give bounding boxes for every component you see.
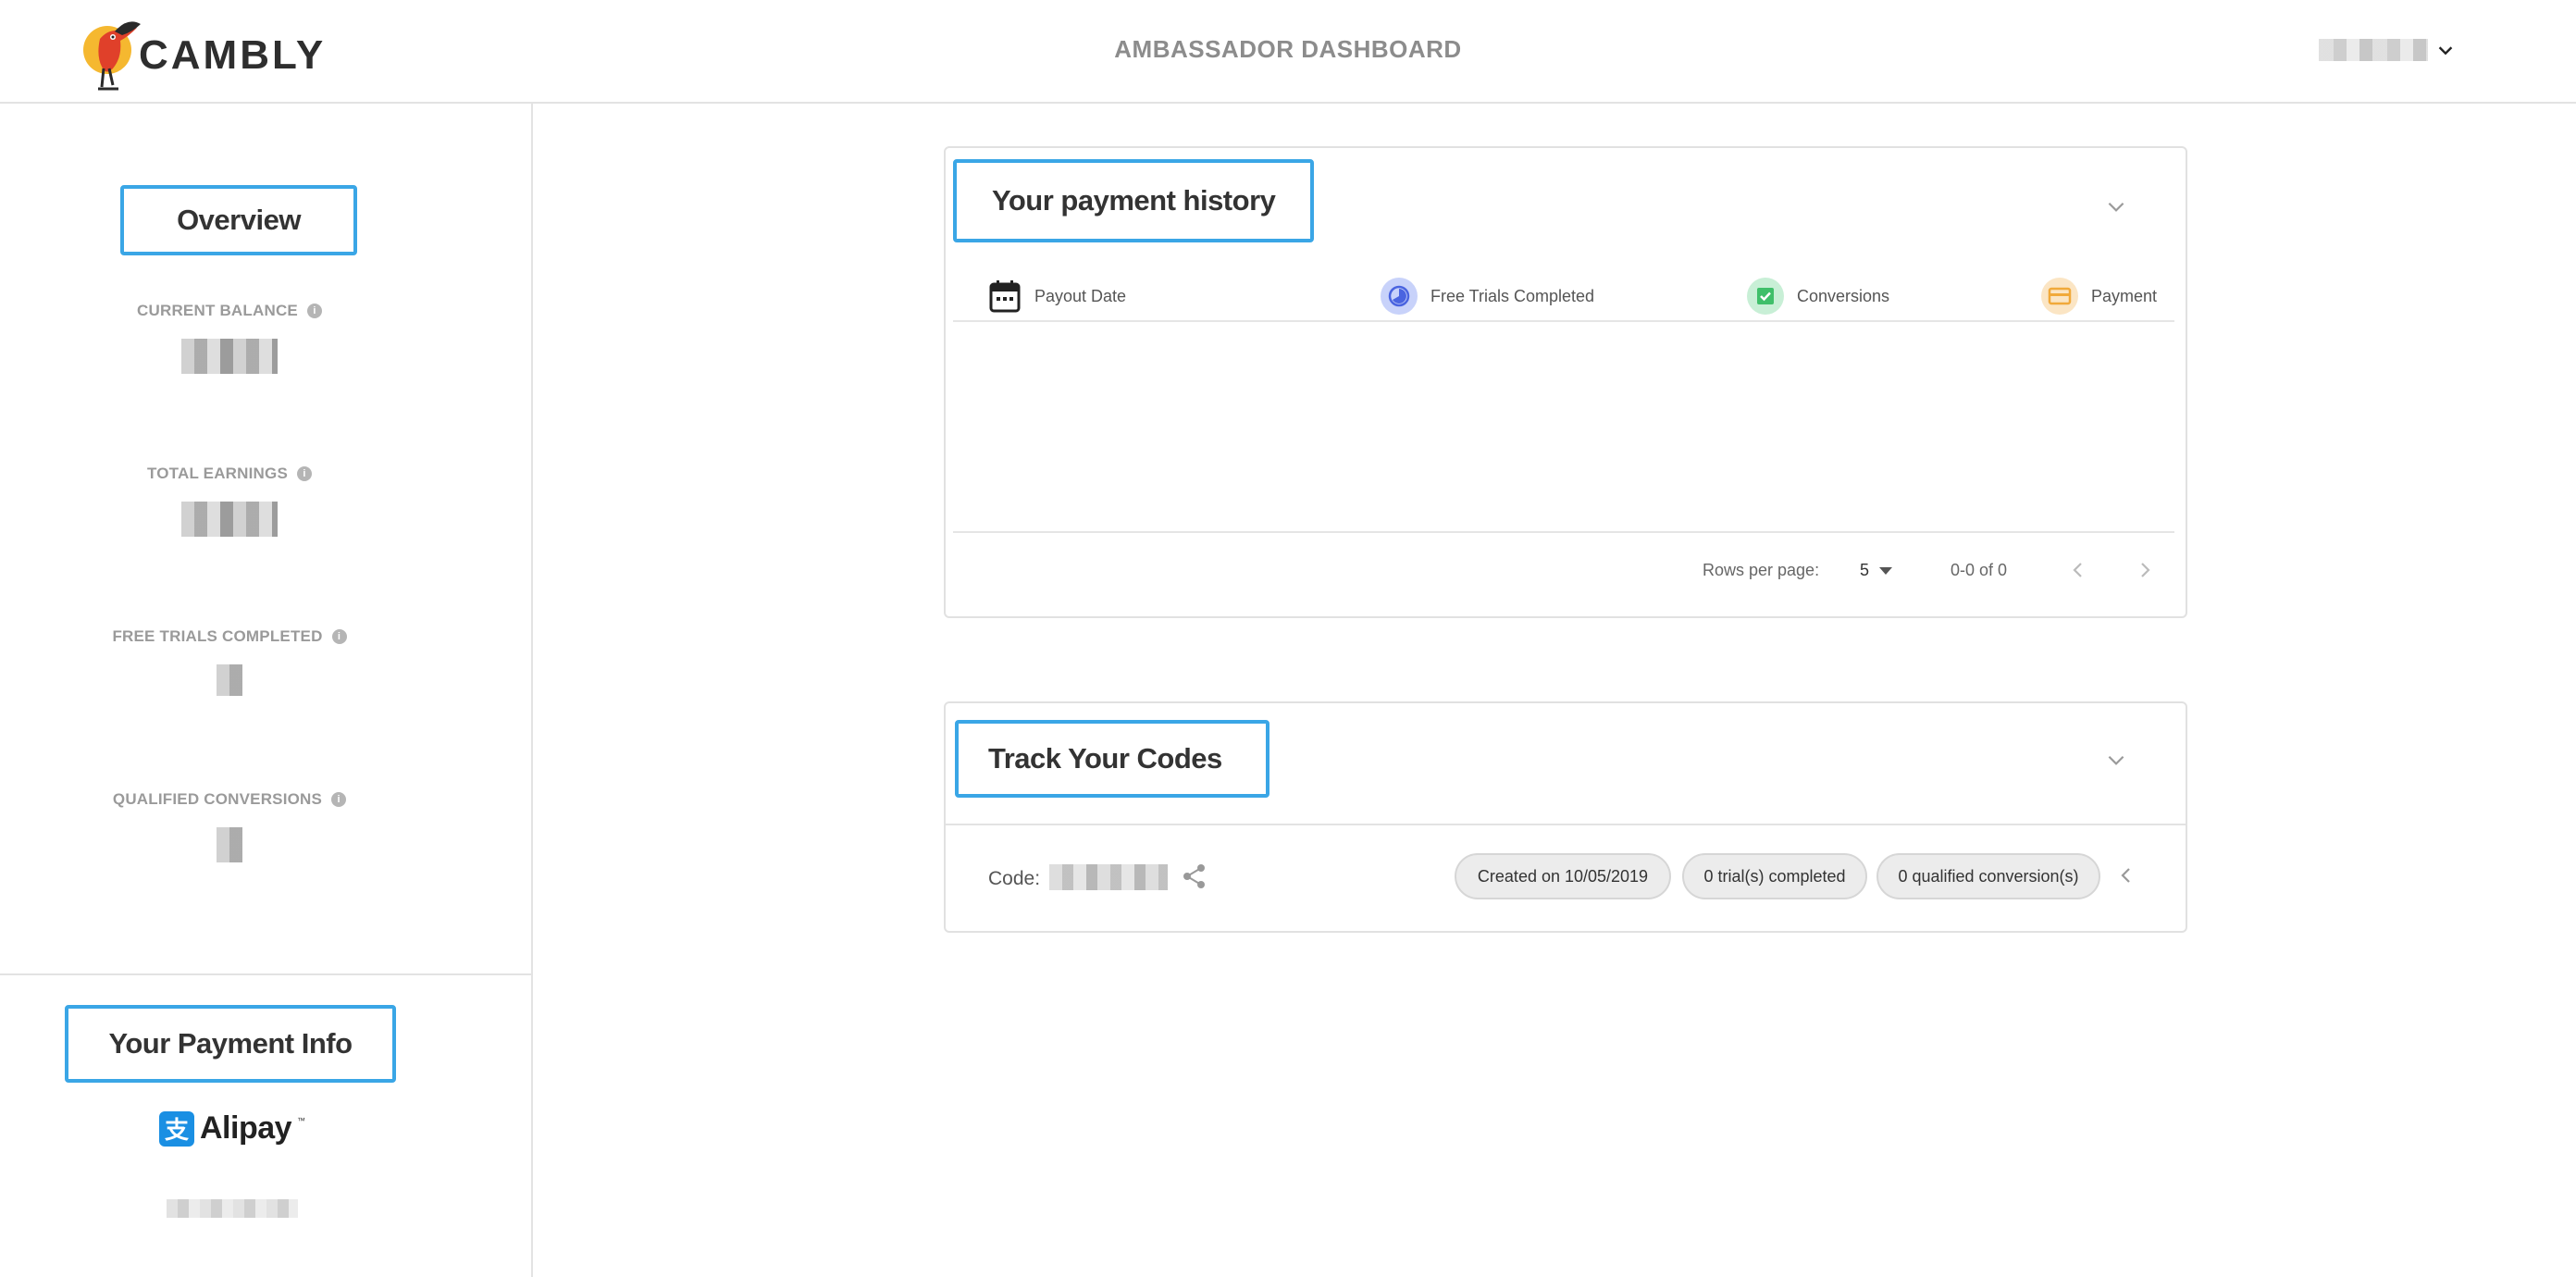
track-codes-card: Track Your Codes Code: Created on 10/05/… bbox=[944, 701, 2187, 933]
chevron-down-icon bbox=[2438, 46, 2453, 56]
blurred-value bbox=[217, 664, 242, 696]
stat-total-earnings: TOTAL EARNINGS i bbox=[0, 465, 459, 537]
column-label: Payment bbox=[2091, 286, 2158, 305]
info-icon[interactable]: i bbox=[331, 629, 347, 644]
column-conversions[interactable]: Conversions bbox=[1747, 270, 1889, 322]
prev-page-icon[interactable] bbox=[2067, 559, 2089, 581]
blurred-value bbox=[181, 339, 278, 374]
rows-per-page-label: Rows per page: bbox=[1703, 561, 1820, 579]
card-divider bbox=[946, 824, 2186, 825]
trademark-mark: ™ bbox=[297, 1116, 306, 1125]
info-icon[interactable]: i bbox=[297, 466, 313, 481]
referral-code-blurred bbox=[1049, 864, 1168, 890]
stat-label: FREE TRIALS COMPLETED bbox=[112, 627, 323, 645]
stat-label: TOTAL EARNINGS bbox=[146, 465, 289, 482]
sidebar-divider bbox=[0, 973, 533, 975]
blurred-value bbox=[181, 502, 278, 537]
chevron-left-icon[interactable] bbox=[2115, 864, 2137, 886]
alipay-logo: 支 Alipay ™ bbox=[159, 1110, 305, 1147]
payment-info-title: Your Payment Info bbox=[65, 1005, 396, 1083]
rows-per-page-value: 5 bbox=[1860, 561, 1870, 579]
sidebar: Overview CURRENT BALANCE i TOTAL EARNING… bbox=[0, 104, 533, 1277]
pagination-range: 0-0 of 0 bbox=[1951, 561, 2008, 579]
chevron-down-icon[interactable] bbox=[2104, 748, 2128, 772]
column-payout-date[interactable]: Payout Date bbox=[988, 270, 1126, 322]
card-icon bbox=[2041, 278, 2078, 315]
stat-qualified-conversions: QUALIFIED CONVERSIONS i bbox=[0, 790, 459, 862]
chip-text: 0 qualified conversion(s) bbox=[1898, 866, 2079, 886]
payment-method-name: Alipay bbox=[200, 1110, 292, 1146]
overview-title: Overview bbox=[120, 185, 357, 255]
calendar-icon bbox=[989, 280, 1021, 313]
top-header: CAMBLY AMBASSADOR DASHBOARD bbox=[0, 0, 2576, 104]
chevron-down-icon[interactable] bbox=[2104, 194, 2128, 218]
payment-account-blurred bbox=[167, 1199, 298, 1218]
track-codes-title[interactable]: Track Your Codes bbox=[955, 720, 1269, 798]
blurred-value bbox=[217, 827, 242, 862]
next-page-icon[interactable] bbox=[2134, 559, 2156, 581]
chip-text: 0 trial(s) completed bbox=[1703, 866, 1846, 886]
column-payment[interactable]: Payment bbox=[2041, 270, 2157, 322]
table-header: Payout Date Free Trials Completed Conver… bbox=[953, 270, 2174, 322]
stat-label: QUALIFIED CONVERSIONS bbox=[112, 790, 323, 808]
column-label: Payout Date bbox=[1034, 286, 1127, 305]
trial-icon bbox=[1381, 278, 1418, 315]
code-label: Code: bbox=[988, 868, 1041, 889]
rows-per-page-select[interactable]: 5 bbox=[1860, 561, 1893, 580]
qualified-conversions-chip: 0 qualified conversion(s) bbox=[1876, 853, 2100, 899]
column-label: Free Trials Completed bbox=[1430, 286, 1595, 305]
table-footer-divider bbox=[953, 531, 2174, 533]
track-codes-title-text: Track Your Codes bbox=[988, 742, 1222, 775]
user-name-blurred bbox=[2319, 39, 2428, 61]
share-icon[interactable] bbox=[1181, 862, 1208, 890]
column-label: Conversions bbox=[1797, 286, 1890, 305]
payment-history-title[interactable]: Your payment history bbox=[953, 159, 1314, 242]
stat-label: CURRENT BALANCE bbox=[137, 302, 298, 319]
created-date-chip: Created on 10/05/2019 bbox=[1455, 853, 1671, 899]
user-menu[interactable] bbox=[2319, 39, 2456, 61]
trials-completed-chip: 0 trial(s) completed bbox=[1682, 853, 1867, 899]
overview-title-text: Overview bbox=[177, 204, 301, 236]
stat-free-trials: FREE TRIALS COMPLETED i bbox=[0, 627, 459, 696]
payment-history-card: Your payment history Payout Date Free Tr… bbox=[944, 146, 2187, 618]
caret-down-icon bbox=[1879, 566, 1893, 575]
chip-text: Created on 10/05/2019 bbox=[1477, 866, 1649, 886]
payment-history-title-text: Your payment history bbox=[992, 184, 1276, 217]
payment-info-title-text: Your Payment Info bbox=[108, 1027, 353, 1060]
info-icon[interactable]: i bbox=[306, 304, 322, 318]
info-icon[interactable]: i bbox=[331, 792, 347, 807]
alipay-icon: 支 bbox=[159, 1110, 194, 1147]
column-free-trials[interactable]: Free Trials Completed bbox=[1381, 270, 1594, 322]
page-title: AMBASSADOR DASHBOARD bbox=[1114, 35, 1462, 63]
stat-current-balance: CURRENT BALANCE i bbox=[0, 302, 459, 374]
check-icon bbox=[1747, 278, 1784, 315]
